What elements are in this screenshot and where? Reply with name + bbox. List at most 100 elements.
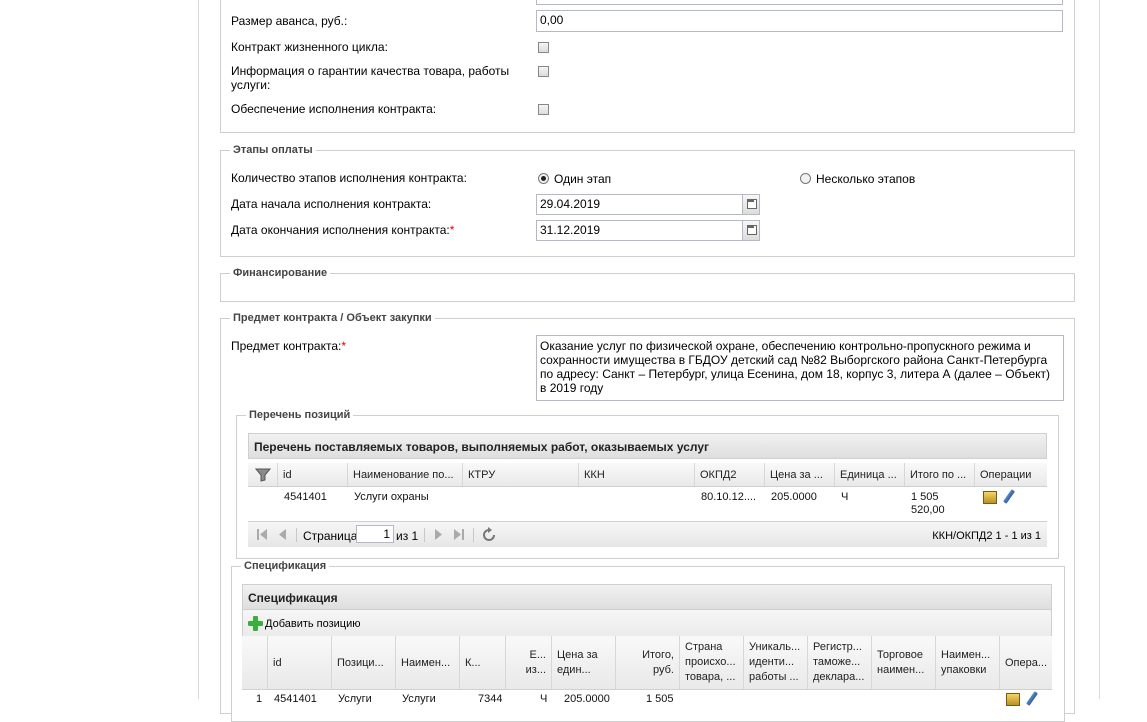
- row-name: Услуги охраны: [354, 491, 429, 503]
- col-price[interactable]: Цена за ...: [765, 463, 835, 486]
- col-okpd2[interactable]: ОКПД2: [695, 463, 765, 486]
- spec-col-position[interactable]: Позици...: [332, 636, 396, 689]
- positions-pager: Страница 1 из 1 ККН/ОКПД2 1 - 1 из 1: [248, 521, 1047, 547]
- spec-row-position: Услуги: [338, 693, 372, 705]
- pager-separator: [296, 528, 297, 542]
- end-date-label: Дата окончания исполнения контракта:*: [231, 223, 454, 237]
- start-date-label: Дата начала исполнения контракта:: [231, 197, 432, 211]
- row-id: 4541401: [284, 491, 327, 503]
- required-mark: *: [341, 339, 347, 353]
- subject-label-text: Предмет контракта:: [231, 339, 342, 353]
- form-page: Размер аванса, руб.: 0,00 Контракт жизне…: [198, 0, 1100, 722]
- subject-line: сохранности имущества в ГБДОУ детский са…: [540, 353, 1048, 367]
- page-label: Страница: [303, 529, 358, 543]
- required-mark: *: [449, 223, 455, 237]
- calendar-icon[interactable]: [743, 194, 760, 215]
- filter-icon-cell[interactable]: [248, 463, 278, 486]
- top-field-cut[interactable]: [536, 0, 1063, 5]
- spec-row-name: Услуги: [402, 693, 436, 705]
- pager-summary: ККН/ОКПД2 1 - 1 из 1: [932, 530, 1041, 542]
- col-unit[interactable]: Единица ...: [835, 463, 905, 486]
- radio-one-stage[interactable]: [538, 173, 549, 184]
- subject-line: Оказание услуг по физической охране, обе…: [540, 339, 1031, 353]
- prev-page-icon[interactable]: [278, 529, 288, 540]
- pager-separator: [424, 528, 425, 542]
- stages-count-label: Количество этапов исполнения контракта:: [231, 171, 467, 185]
- financing-section: Финансирование: [220, 267, 1075, 302]
- spec-col-qty[interactable]: К...: [460, 636, 506, 689]
- spec-row-num: 1: [256, 693, 263, 705]
- col-total[interactable]: Итого по ...: [905, 463, 975, 486]
- start-date-input[interactable]: 29.04.2019: [536, 194, 743, 215]
- warranty-label: Информация о гарантии качества товара, р…: [231, 64, 510, 92]
- subject-line: в 2019 году: [540, 381, 604, 395]
- subject-label: Предмет контракта:*: [231, 339, 346, 353]
- radio-multiple-stages[interactable]: [800, 173, 811, 184]
- specification-legend: Спецификация: [244, 560, 327, 572]
- calendar-icon[interactable]: [743, 220, 760, 241]
- row-total-1: 1 505: [911, 491, 939, 503]
- col-operations[interactable]: Операции: [975, 463, 1047, 486]
- pager-separator: [473, 528, 474, 542]
- spec-col-name[interactable]: Наимен...: [396, 636, 460, 689]
- specification-toolbar: Добавить позицию: [242, 610, 1052, 636]
- spec-col-total[interactable]: Итого, руб.: [616, 636, 680, 689]
- lifecycle-label: Контракт жизненного цикла:: [231, 40, 388, 54]
- advance-input[interactable]: 0,00: [536, 10, 1063, 32]
- filter-icon[interactable]: [254, 468, 271, 482]
- end-date-label-text: Дата окончания исполнения контракта:: [231, 223, 450, 237]
- subject-legend: Предмет контракта / Объект закупки: [233, 312, 432, 324]
- edit-pencil-icon[interactable]: [1003, 489, 1015, 504]
- row-unit: Ч: [841, 491, 849, 503]
- spec-col-unit[interactable]: Е... из...: [506, 636, 552, 689]
- end-date-input[interactable]: 31.12.2019: [536, 220, 743, 241]
- first-page-icon[interactable]: [257, 529, 267, 540]
- spec-col-id[interactable]: id: [268, 636, 332, 689]
- page-number-input[interactable]: 1: [356, 525, 394, 543]
- table-row[interactable]: 1 4541401 Услуги Услуги 7344 Ч 205.0000 …: [242, 690, 1052, 710]
- spec-row-price: 205.0000: [564, 693, 610, 705]
- subject-textarea[interactable]: Оказание услуг по физической охране, обе…: [536, 335, 1064, 401]
- specification-panel-title: Спецификация: [242, 584, 1052, 610]
- payment-stages-legend: Этапы оплаты: [233, 144, 313, 156]
- spec-row-qty: 7344: [478, 693, 503, 705]
- next-page-icon[interactable]: [433, 529, 443, 540]
- table-row[interactable]: 4541401 Услуги охраны 80.10.12.... 205.0…: [248, 487, 1047, 522]
- row-okpd2: 80.10.12....: [701, 491, 757, 503]
- row-price: 205.0000: [771, 491, 817, 503]
- spec-col-price[interactable]: Цена за един...: [552, 636, 616, 689]
- spec-col-trade-name[interactable]: Торговое наимен...: [872, 636, 936, 689]
- spec-col-operations[interactable]: Опера...: [1000, 636, 1052, 689]
- page-of-label: из 1: [396, 529, 419, 543]
- positions-grid-header: id Наименование по... КТРУ ККН ОКПД2 Цен…: [248, 463, 1047, 487]
- col-name[interactable]: Наименование по...: [348, 463, 463, 486]
- last-page-icon[interactable]: [454, 529, 464, 540]
- lifecycle-checkbox[interactable]: [538, 42, 549, 53]
- col-kkn[interactable]: ККН: [579, 463, 695, 486]
- spec-col-customs[interactable]: Регистр... таможе... деклара...: [808, 636, 872, 689]
- add-position-button[interactable]: Добавить позицию: [265, 617, 361, 631]
- subject-line: по адресу: Санкт – Петербург, улица Есен…: [540, 367, 1051, 381]
- spec-col-country[interactable]: Страна происхо... товара, ...: [680, 636, 744, 689]
- one-stage-label[interactable]: Один этап: [554, 172, 611, 186]
- multiple-stages-label[interactable]: Несколько этапов: [816, 172, 915, 186]
- positions-panel-title: Перечень поставляемых товаров, выполняем…: [248, 433, 1047, 459]
- spec-col-select: [242, 636, 268, 689]
- positions-legend: Перечень позиций: [249, 409, 351, 421]
- col-ktru[interactable]: КТРУ: [463, 463, 579, 486]
- add-icon[interactable]: [248, 616, 263, 631]
- security-checkbox[interactable]: [538, 104, 549, 115]
- financing-legend[interactable]: Финансирование: [230, 267, 330, 279]
- spec-row-id: 4541401: [274, 693, 317, 705]
- security-label: Обеспечение исполнения контракта:: [231, 102, 437, 116]
- spec-col-package[interactable]: Наимен... упаковки: [936, 636, 1000, 689]
- col-id[interactable]: id: [278, 463, 348, 486]
- specification-grid-header: id Позици... Наимен... К... Е... из... Ц…: [242, 636, 1052, 690]
- row-total-2: 520,00: [911, 504, 945, 516]
- spec-col-unique-id[interactable]: Уникаль... иденти... работы ...: [744, 636, 808, 689]
- warranty-checkbox[interactable]: [538, 66, 549, 77]
- view-document-icon[interactable]: [983, 491, 997, 504]
- advance-label: Размер аванса, руб.:: [231, 14, 348, 28]
- refresh-icon[interactable]: [481, 527, 497, 543]
- view-document-icon[interactable]: [1006, 693, 1020, 706]
